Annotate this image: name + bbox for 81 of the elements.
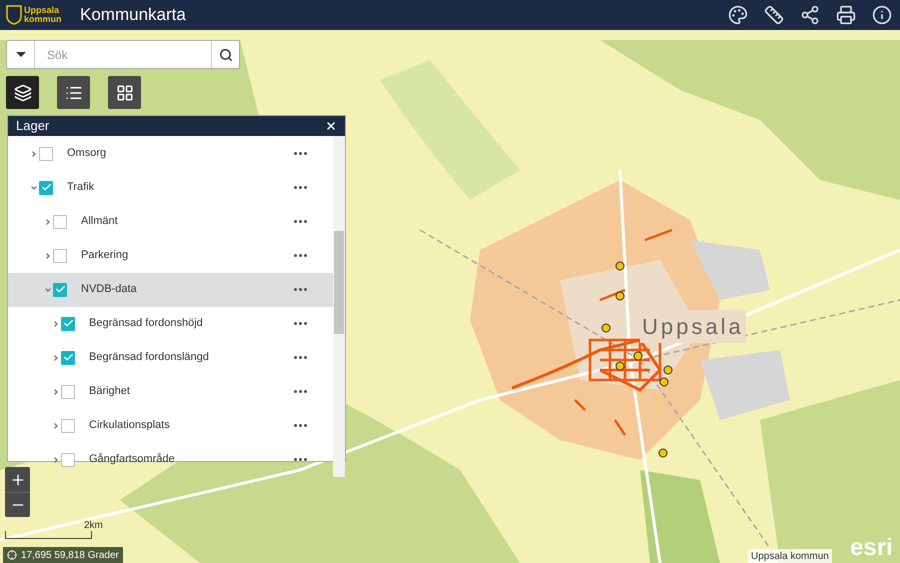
provider-logo: esri: [850, 536, 893, 560]
caret-right-icon[interactable]: [52, 422, 60, 430]
crosshair-icon[interactable]: [7, 550, 17, 560]
layer-label: Begränsad fordonslängd: [89, 350, 210, 366]
attribution-text: Uppsala kommun: [748, 549, 832, 563]
list-button[interactable]: [57, 76, 90, 109]
layer-checkbox[interactable]: [39, 146, 53, 160]
layer-label: Omsorg: [67, 146, 108, 162]
more-options-icon[interactable]: [294, 254, 307, 257]
map-place-label: Uppsala: [640, 310, 746, 343]
search-input[interactable]: Sök: [35, 41, 211, 68]
app-title: Kommunkarta: [80, 4, 186, 26]
check-icon: [62, 352, 74, 363]
more-options-icon[interactable]: [294, 186, 307, 189]
more-options-icon[interactable]: [294, 322, 307, 325]
more-options-icon[interactable]: [294, 288, 307, 291]
caret-right-icon[interactable]: [52, 320, 60, 328]
layer-label: Bärighet: [89, 384, 131, 400]
scale-label: 2km: [84, 519, 103, 533]
layer-row[interactable]: Gångfartsområde: [8, 442, 333, 476]
caret-right-icon[interactable]: [52, 388, 60, 396]
palette-icon[interactable]: [728, 5, 748, 25]
caret-right-icon[interactable]: [52, 456, 60, 464]
crest-icon: [6, 5, 22, 25]
scrollbar[interactable]: [333, 136, 345, 476]
layer-checkbox[interactable]: [53, 248, 67, 262]
network-icon[interactable]: [800, 5, 820, 25]
layer-row[interactable]: Begränsad fordonslängd: [8, 340, 333, 374]
layer-label: Begränsad fordonshöjd: [89, 316, 204, 332]
layer-checkbox[interactable]: [39, 180, 53, 194]
layer-checkbox[interactable]: [61, 418, 75, 432]
layer-row[interactable]: Cirkulationsplats: [8, 408, 333, 442]
more-options-icon[interactable]: [294, 152, 307, 155]
logo: Uppsala kommun: [6, 5, 64, 25]
layer-row[interactable]: Bärighet: [8, 374, 333, 408]
layer-checkbox[interactable]: [61, 350, 75, 364]
caret-down-icon[interactable]: [30, 184, 38, 192]
close-button[interactable]: [325, 120, 337, 132]
layers-icon[interactable]: [14, 84, 32, 102]
zoom-in-button[interactable]: [5, 467, 30, 492]
more-options-icon[interactable]: [294, 390, 307, 393]
check-icon: [54, 284, 66, 295]
panel-title: Lager: [16, 117, 50, 135]
plus-icon[interactable]: [10, 472, 26, 488]
layer-row[interactable]: Omsorg: [8, 136, 333, 170]
caret-right-icon[interactable]: [30, 150, 38, 158]
search-icon[interactable]: [218, 48, 232, 62]
caret-right-icon[interactable]: [44, 218, 52, 226]
layer-row[interactable]: NVDB-data: [8, 272, 333, 306]
caret-right-icon[interactable]: [44, 252, 52, 260]
check-icon: [62, 318, 74, 329]
layer-checkbox[interactable]: [53, 214, 67, 228]
grid-icon[interactable]: [116, 84, 134, 102]
grid-button[interactable]: [108, 76, 141, 109]
layer-label: NVDB-data: [81, 282, 138, 298]
layer-row[interactable]: Trafik: [8, 170, 333, 204]
caret-right-icon[interactable]: [52, 354, 60, 362]
ruler-icon[interactable]: [764, 5, 784, 25]
more-options-icon[interactable]: [294, 424, 307, 427]
more-options-icon[interactable]: [294, 356, 307, 359]
layer-row[interactable]: Allmänt: [8, 204, 333, 238]
layer-label: Trafik: [67, 180, 96, 196]
search-field[interactable]: Sök: [6, 40, 240, 69]
info-icon[interactable]: [872, 5, 892, 25]
layer-row[interactable]: Begränsad fordonshöjd: [8, 306, 333, 340]
layer-checkbox[interactable]: [61, 452, 75, 466]
layers-button[interactable]: [6, 76, 39, 109]
more-options-icon[interactable]: [294, 220, 307, 223]
layer-checkbox[interactable]: [61, 384, 75, 398]
layer-label: Allmänt: [81, 214, 119, 230]
check-icon: [40, 182, 52, 193]
layer-checkbox[interactable]: [53, 282, 67, 296]
more-options-icon[interactable]: [294, 458, 307, 461]
layer-checkbox[interactable]: [61, 316, 75, 330]
layer-row[interactable]: Parkering: [8, 238, 333, 272]
print-icon[interactable]: [836, 5, 856, 25]
layer-label: Parkering: [81, 248, 130, 264]
coordinates-text: 17,695 59,818 Grader: [21, 548, 119, 562]
caret-down-icon[interactable]: [44, 286, 52, 294]
layer-label: Cirkulationsplats: [89, 418, 171, 434]
layer-label: Gångfartsområde: [89, 452, 176, 468]
